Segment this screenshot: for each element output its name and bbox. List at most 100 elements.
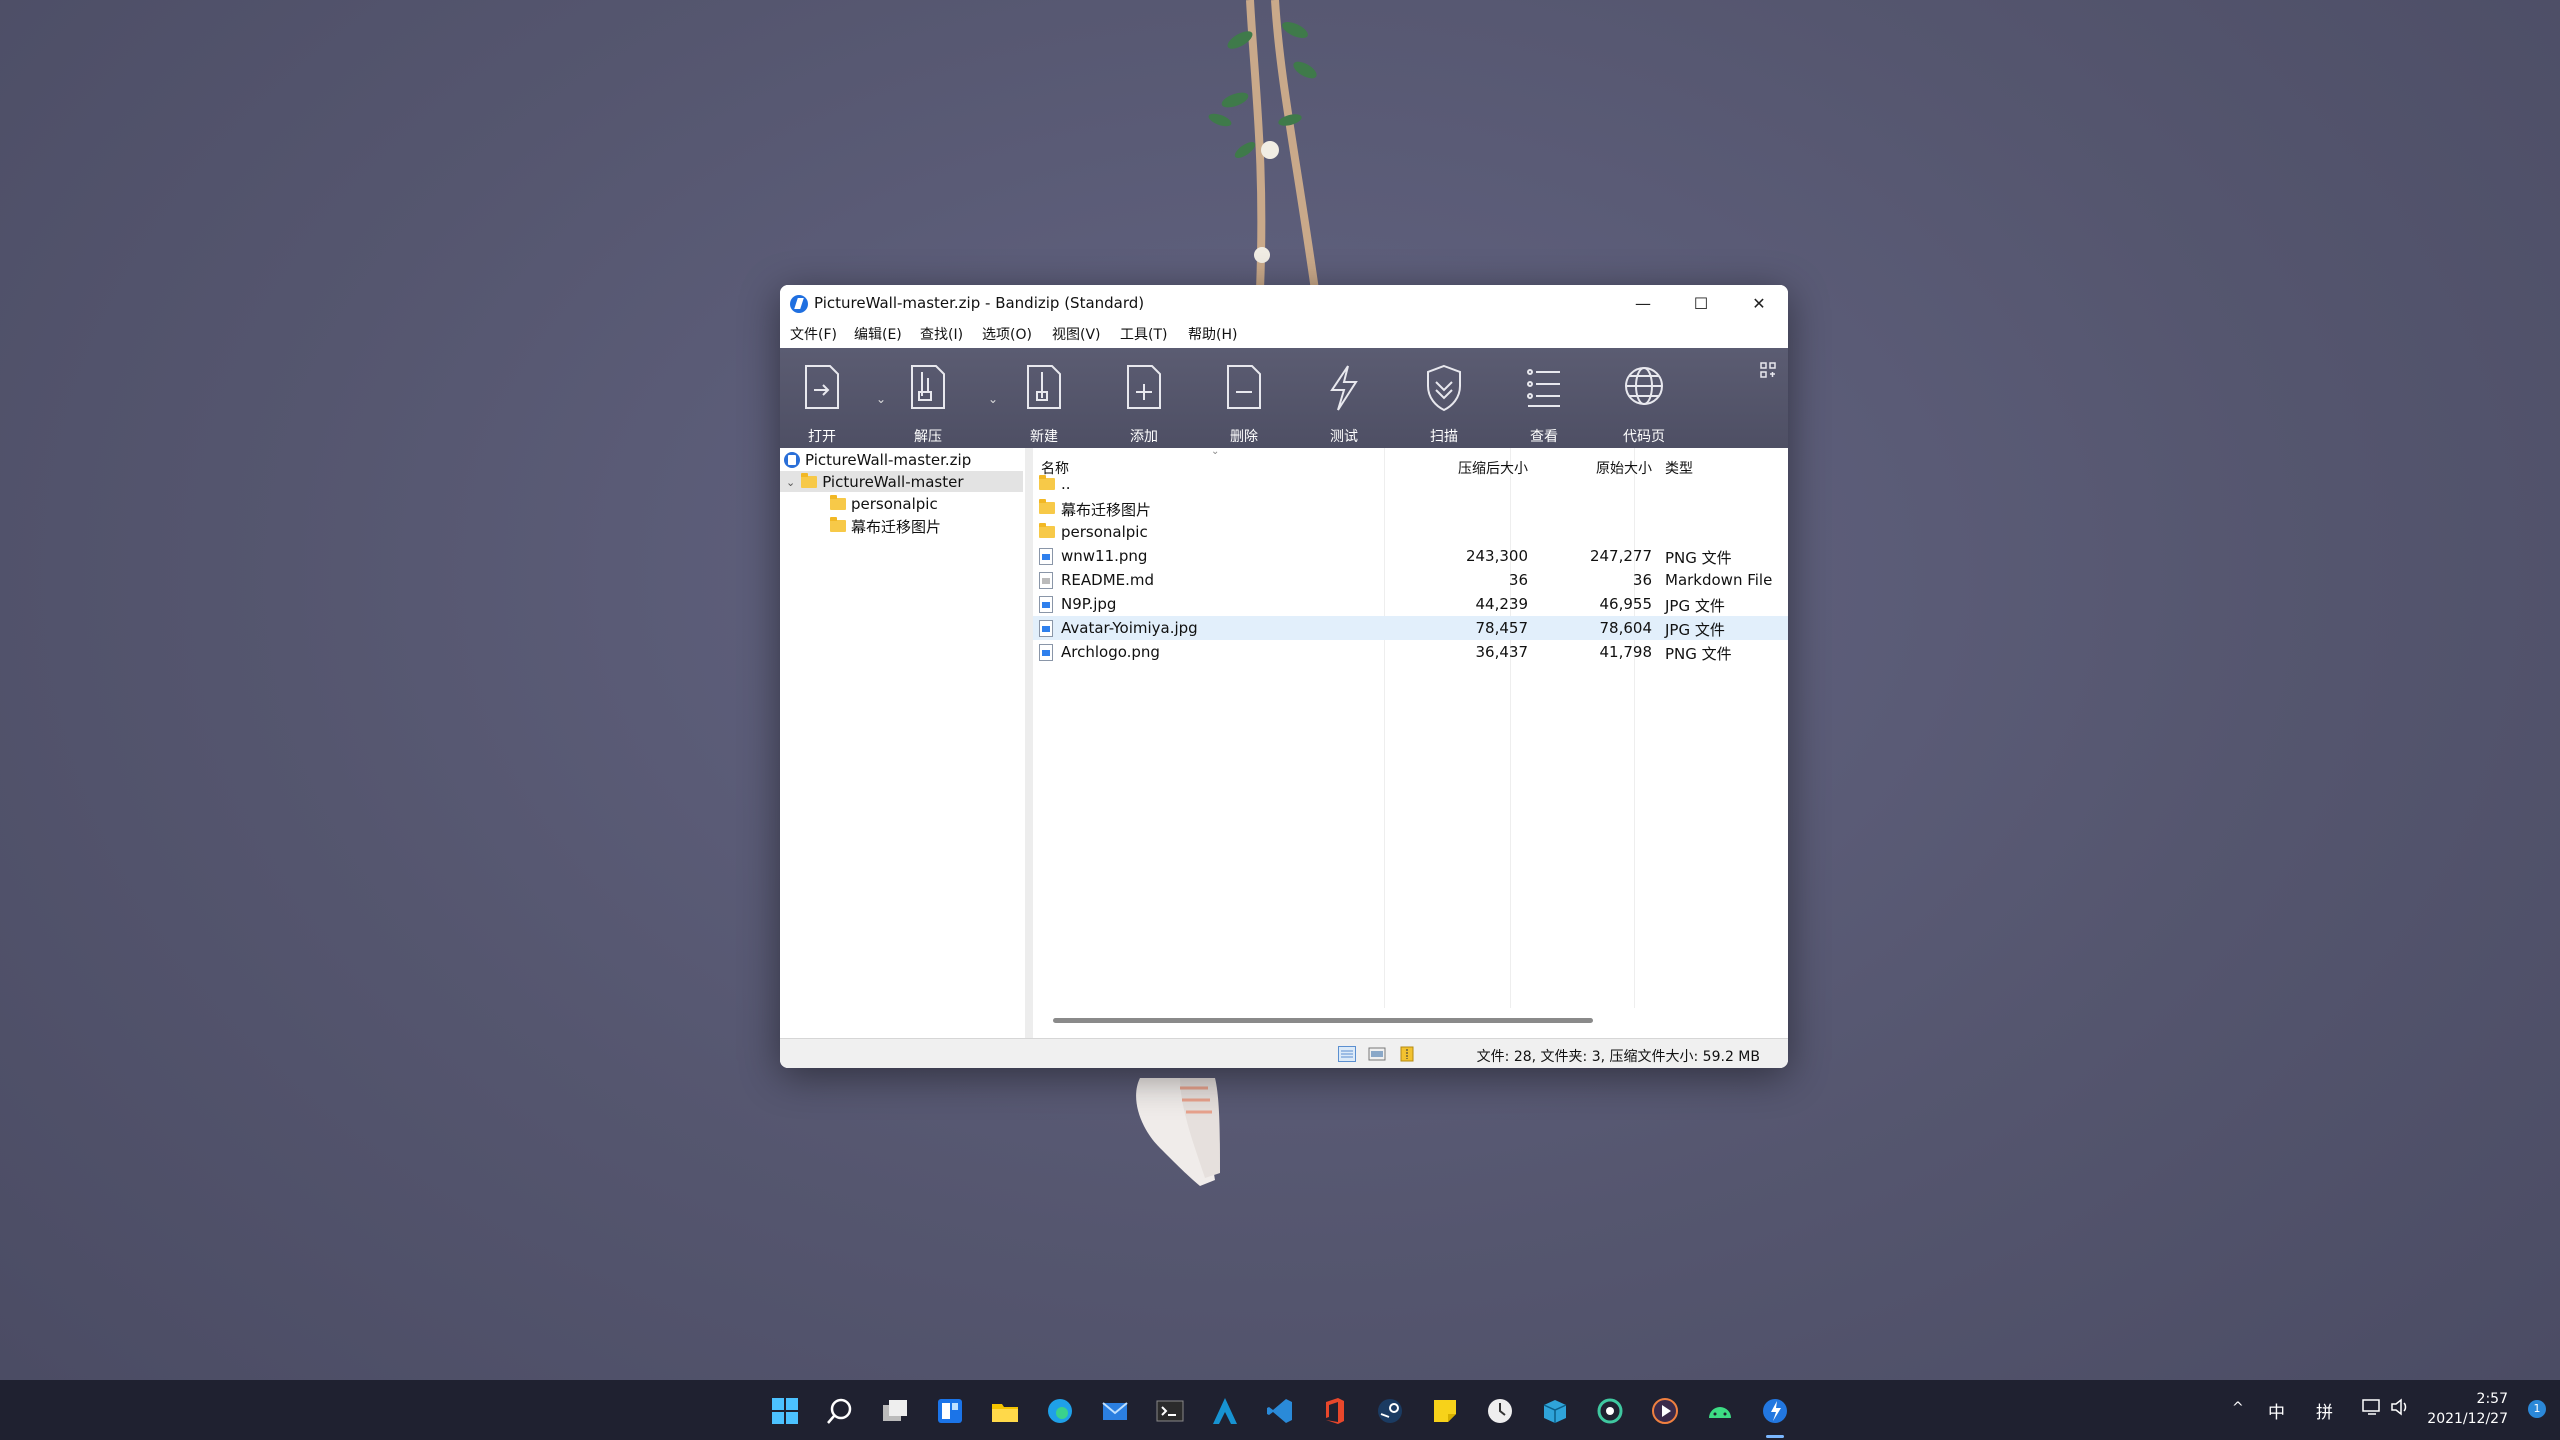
- tray-overflow-chevron-icon[interactable]: ^: [2232, 1400, 2244, 1416]
- active-app-indicator: [1766, 1435, 1784, 1438]
- delete-icon: [1227, 365, 1261, 409]
- extract-icon: [911, 365, 945, 409]
- menu-help[interactable]: 帮助(H): [1188, 324, 1237, 344]
- scan-button[interactable]: 扫描: [1412, 348, 1476, 448]
- file-row[interactable]: wnw11.png 243,300 247,277 PNG 文件: [1033, 544, 1788, 568]
- file-row[interactable]: README.md 36 36 Markdown File: [1033, 568, 1788, 592]
- file-row[interactable]: ..: [1033, 472, 1788, 496]
- title-bar[interactable]: PictureWall-master.zip - Bandizip (Stand…: [780, 285, 1788, 321]
- tree-item-archive-root[interactable]: PictureWall-master.zip: [784, 450, 971, 470]
- file-row[interactable]: Archlogo.png 36,437 41,798 PNG 文件: [1033, 640, 1788, 664]
- lightning-icon: [1330, 365, 1358, 411]
- text-file-icon: [1039, 572, 1053, 589]
- start-windows-icon[interactable]: [770, 1396, 800, 1426]
- layout-grid-icon[interactable]: [1760, 362, 1776, 378]
- open-dropdown-chevron-icon[interactable]: ⌄: [876, 392, 886, 406]
- wallpaper-shoes: [1136, 1078, 1220, 1186]
- add-button[interactable]: 添加: [1112, 348, 1176, 448]
- chevron-down-icon[interactable]: ⌄: [786, 476, 795, 489]
- delete-button[interactable]: 删除: [1212, 348, 1276, 448]
- folder-icon: [1039, 523, 1055, 538]
- media-player-icon[interactable]: [1650, 1396, 1680, 1426]
- status-bar: 文件: 28, 文件夹: 3, 压缩文件大小: 59.2 MB: [780, 1038, 1788, 1068]
- clock-date: 2021/12/27: [2427, 1411, 2508, 1427]
- image-file-icon: [1039, 644, 1053, 661]
- add-label: 添加: [1130, 429, 1158, 445]
- tree-item-label: PictureWall-master: [822, 473, 964, 491]
- view-button[interactable]: 查看: [1512, 348, 1576, 448]
- clock-app-icon[interactable]: [1485, 1396, 1515, 1426]
- list-view-icon: [1527, 369, 1560, 407]
- sort-indicator-icon: ⌄: [1211, 446, 1220, 457]
- open-icon: [805, 365, 839, 409]
- open-button[interactable]: 打开: [790, 348, 854, 448]
- maximize-button[interactable]: ☐: [1672, 285, 1730, 321]
- test-label: 测试: [1330, 429, 1358, 445]
- arch-linux-icon[interactable]: [1210, 1396, 1240, 1426]
- tree-item-mubu-images[interactable]: 幕布迁移图片: [830, 516, 941, 536]
- bandizip-window: PictureWall-master.zip - Bandizip (Stand…: [780, 285, 1788, 1068]
- image-file-icon: [1039, 620, 1053, 637]
- office-icon[interactable]: [1320, 1396, 1350, 1426]
- clock[interactable]: 2:57 2021/12/27: [2427, 1389, 2508, 1429]
- vscode-icon[interactable]: [1265, 1396, 1295, 1426]
- file-name: ..: [1061, 475, 1071, 493]
- menu-edit[interactable]: 编辑(E): [854, 324, 902, 344]
- widgets-icon[interactable]: [935, 1396, 965, 1426]
- close-button[interactable]: ✕: [1730, 285, 1788, 321]
- ime-language-indicator[interactable]: 中: [2268, 1398, 2285, 1423]
- pane-splitter[interactable]: [1025, 448, 1033, 1038]
- bandizip-app-icon: [790, 295, 808, 313]
- codepage-button[interactable]: 代码页: [1612, 348, 1676, 448]
- status-summary: 文件: 28, 文件夹: 3, 压缩文件大小: 59.2 MB: [1476, 1049, 1760, 1065]
- folder-icon: [830, 517, 846, 532]
- file-explorer-icon[interactable]: [990, 1396, 1020, 1426]
- preview-pane-icon[interactable]: [1368, 1046, 1386, 1062]
- archive-info-icon[interactable]: [1398, 1046, 1416, 1062]
- minimize-button[interactable]: —: [1614, 285, 1672, 321]
- steam-icon[interactable]: [1375, 1396, 1405, 1426]
- clock-time: 2:57: [2476, 1391, 2508, 1407]
- task-view-icon[interactable]: [880, 1396, 910, 1426]
- menu-bar: 文件(F) 编辑(E) 查找(I) 选项(O) 视图(V) 工具(T) 帮助(H…: [780, 321, 1788, 343]
- file-row[interactable]: N9P.jpg 44,239 46,955 JPG 文件: [1033, 592, 1788, 616]
- codepage-label: 代码页: [1623, 429, 1665, 445]
- edge-browser-icon[interactable]: [1045, 1396, 1075, 1426]
- terminal-icon[interactable]: [1155, 1396, 1185, 1426]
- tree-item-label: personalpic: [851, 495, 938, 513]
- file-type: JPG 文件: [1665, 597, 1725, 615]
- disk-tool-icon[interactable]: [1595, 1396, 1625, 1426]
- volume-icon[interactable]: [2390, 1398, 2410, 1416]
- notification-badge[interactable]: 1: [2528, 1400, 2546, 1418]
- file-row[interactable]: 幕布迁移图片: [1033, 496, 1788, 520]
- menu-view[interactable]: 视图(V): [1052, 324, 1101, 344]
- menu-options[interactable]: 选项(O): [982, 324, 1032, 344]
- package-app-icon[interactable]: [1540, 1396, 1570, 1426]
- add-icon: [1127, 365, 1161, 409]
- menu-file[interactable]: 文件(F): [790, 324, 837, 344]
- sticky-notes-icon[interactable]: [1430, 1396, 1460, 1426]
- menu-find[interactable]: 查找(I): [920, 324, 963, 344]
- view-label: 查看: [1530, 429, 1558, 445]
- tree-item-picturewall-master[interactable]: ⌄ PictureWall-master: [786, 472, 964, 492]
- file-row[interactable]: personalpic: [1033, 520, 1788, 544]
- details-view-icon[interactable]: [1338, 1046, 1356, 1062]
- ime-mode-indicator[interactable]: 拼: [2316, 1398, 2333, 1423]
- menu-tools[interactable]: 工具(T): [1120, 324, 1167, 344]
- bandizip-taskbar-icon[interactable]: [1760, 1396, 1790, 1426]
- horizontal-scrollbar[interactable]: [1053, 1018, 1593, 1023]
- extract-dropdown-chevron-icon[interactable]: ⌄: [988, 392, 998, 406]
- android-icon[interactable]: [1705, 1396, 1735, 1426]
- mail-icon[interactable]: [1100, 1396, 1130, 1426]
- network-icon[interactable]: [2362, 1398, 2382, 1416]
- new-archive-button[interactable]: 新建: [1012, 348, 1076, 448]
- extract-button[interactable]: 解压: [896, 348, 960, 448]
- file-row-selected[interactable]: Avatar-Yoimiya.jpg 78,457 78,604 JPG 文件: [1033, 616, 1788, 640]
- scan-label: 扫描: [1430, 429, 1458, 445]
- test-button[interactable]: 测试: [1312, 348, 1376, 448]
- tree-item-label: PictureWall-master.zip: [805, 451, 972, 469]
- search-icon[interactable]: [825, 1396, 855, 1426]
- tree-item-personalpic[interactable]: personalpic: [830, 494, 938, 514]
- compressed-size: 78,457: [1475, 619, 1529, 637]
- folder-icon: [1039, 499, 1055, 514]
